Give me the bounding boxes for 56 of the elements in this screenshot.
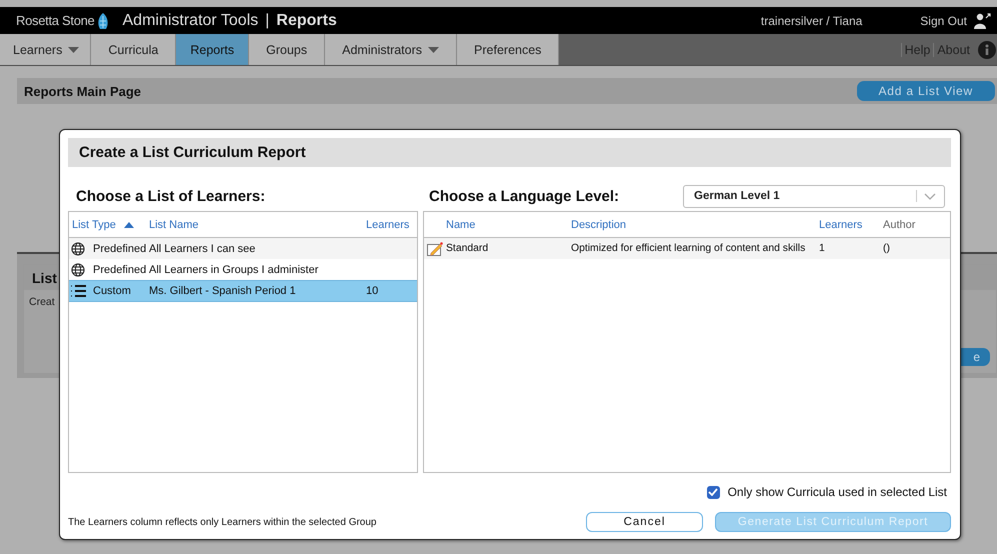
user-name: trainersilver / Tiana <box>760 14 862 28</box>
checkbox-label: Only show Curricula used in selected List <box>728 485 947 499</box>
list-type: Custom <box>93 285 131 297</box>
footnote-text: The Learners column reflects only Learners within the selected Group <box>68 516 376 528</box>
curriculum-name: Standard <box>446 243 488 254</box>
column-header[interactable]: List Name <box>149 218 366 230</box>
nav-tab[interactable]: Groups <box>249 34 326 65</box>
cancel-button[interactable]: Cancel <box>586 512 703 532</box>
caret-icon <box>428 46 440 52</box>
column-header[interactable]: Learners <box>819 218 883 230</box>
panel-title: List <box>32 270 57 286</box>
title-separator: | <box>265 12 270 30</box>
app-title: Administrator Tools <box>122 12 258 30</box>
curriculum-author: () <box>883 243 890 254</box>
checkmark-icon <box>708 488 718 496</box>
column-header[interactable]: Learners <box>366 218 417 230</box>
language-level-dropdown[interactable]: German Level 1 <box>683 184 945 208</box>
panel-text: Creat <box>29 296 56 308</box>
chevron-down-icon <box>924 192 936 200</box>
section-title: Reports <box>276 12 337 30</box>
list-row[interactable]: Custom Ms. Gilbert - Spanish Period 1 10 <box>69 280 417 302</box>
info-icon <box>978 40 996 58</box>
list-name: All Learners I can see <box>149 242 256 254</box>
brand-logo-text: Rosetta Stone <box>16 13 94 28</box>
list-row[interactable]: Predefined All Learners in Groups I administer <box>69 259 417 280</box>
checkbox[interactable] <box>706 486 720 498</box>
list-name: Ms. Gilbert - Spanish Period 1 <box>149 285 296 297</box>
leaf-icon <box>96 12 108 30</box>
curriculum-description: Optimized for efficient learning of content and skills <box>571 243 806 254</box>
dialog-title: Create a List Curriculum Report <box>79 144 306 161</box>
section-heading: Choose a List of Learners: <box>76 188 266 204</box>
list-icon <box>71 284 86 298</box>
column-header[interactable]: Description <box>571 218 819 230</box>
nav-tab[interactable]: Administrators <box>325 34 458 65</box>
list-row[interactable]: Predefined All Learners I can see <box>69 238 417 259</box>
nav-tab[interactable]: Curricula <box>91 34 176 65</box>
globe-icon <box>71 262 86 276</box>
column-header[interactable]: Name <box>446 218 571 230</box>
user-icon <box>973 12 991 28</box>
nav-tab[interactable]: Preferences <box>457 34 560 65</box>
nav-tab[interactable]: Learners <box>0 34 92 65</box>
list-type: Predefined <box>93 242 146 254</box>
section-heading: Choose a Language Level: <box>429 188 620 204</box>
list-type: Predefined <box>93 264 146 276</box>
curriculum-learners: 1 <box>819 243 825 254</box>
nav-tab[interactable]: Reports <box>176 34 250 65</box>
sign-out-link[interactable]: Sign Out <box>920 14 967 28</box>
add-list-view-button[interactable]: Add a List View <box>856 81 995 101</box>
page-title: Reports Main Page <box>24 84 142 98</box>
note-edit-icon <box>427 242 443 256</box>
learner-count: 10 <box>366 285 378 297</box>
caret-icon <box>68 46 80 52</box>
column-header: Author <box>883 218 916 230</box>
column-header[interactable]: List Type <box>69 218 149 230</box>
list-name: All Learners in Groups I administer <box>149 264 318 276</box>
globe-icon <box>71 242 86 256</box>
